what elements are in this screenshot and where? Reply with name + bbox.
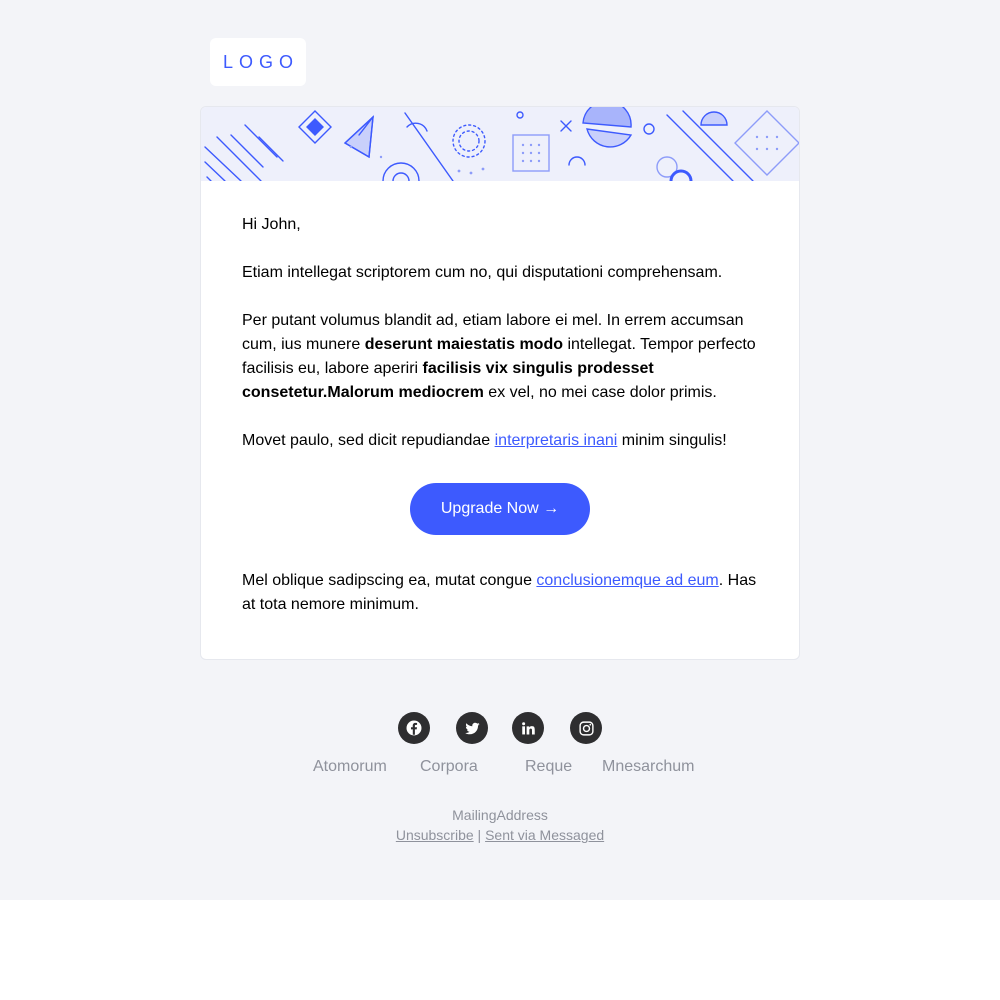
paragraph-link-text: minim singulis! xyxy=(617,432,727,449)
header-banner-illustration xyxy=(201,107,799,181)
footer-links: Atomorum Corpora Reque Mnesarchum xyxy=(0,758,1000,780)
paragraph-main-text: ex vel, no mei case dolor primis. xyxy=(483,384,717,401)
linkedin-icon[interactable] xyxy=(512,712,544,744)
greeting: Hi John, xyxy=(242,216,301,233)
conclusionemque-link[interactable]: conclusionemque ad eum xyxy=(536,572,718,589)
footer-legal: Unsubscribe | Sent via Messaged xyxy=(0,827,1000,843)
paragraph-main: Per putant volumus blandit ad, etiam lab… xyxy=(242,309,762,405)
email-card: Hi John, Etiam intellegat scriptorem cum… xyxy=(200,106,800,660)
paragraph-closing-text: Mel oblique sadipscing ea, mutat congue xyxy=(242,572,537,589)
footer-link-atomorum[interactable]: Atomorum xyxy=(313,758,387,776)
footer-link-corpora[interactable]: Corpora xyxy=(420,758,478,776)
upgrade-now-button[interactable]: Upgrade Now → xyxy=(410,483,590,535)
paragraph-link-text: Movet paulo, sed dicit repudiandae xyxy=(242,432,495,449)
twitter-icon[interactable] xyxy=(456,712,488,744)
facebook-icon[interactable] xyxy=(398,712,430,744)
unsubscribe-link[interactable]: Unsubscribe xyxy=(396,827,474,843)
social-icons xyxy=(398,712,603,744)
bold-text: deserunt maiestatis modo xyxy=(364,336,563,353)
paragraph-closing: Mel oblique sadipscing ea, mutat congue … xyxy=(242,569,767,617)
logo-text: LOGO xyxy=(222,51,299,72)
interpretaris-inani-link[interactable]: interpretaris inani xyxy=(495,432,618,449)
footer-link-reque[interactable]: Reque xyxy=(525,758,572,776)
instagram-icon[interactable] xyxy=(570,712,602,744)
footer-separator: | xyxy=(477,827,482,843)
mailing-address: MailingAddress xyxy=(452,807,548,823)
email-closing: Mel oblique sadipscing ea, mutat congue … xyxy=(242,569,767,617)
cta-container: Upgrade Now → xyxy=(410,483,590,535)
sent-via-messaged-link[interactable]: Sent via Messaged xyxy=(485,827,604,843)
email-body: Hi John, Etiam intellegat scriptorem cum… xyxy=(242,213,762,477)
logo: LOGO xyxy=(210,38,306,86)
paragraph-link: Movet paulo, sed dicit repudiandae inter… xyxy=(242,429,762,453)
footer-link-mnesarchum[interactable]: Mnesarchum xyxy=(602,758,694,776)
paragraph-intro: Etiam intellegat scriptorem cum no, qui … xyxy=(242,264,723,281)
